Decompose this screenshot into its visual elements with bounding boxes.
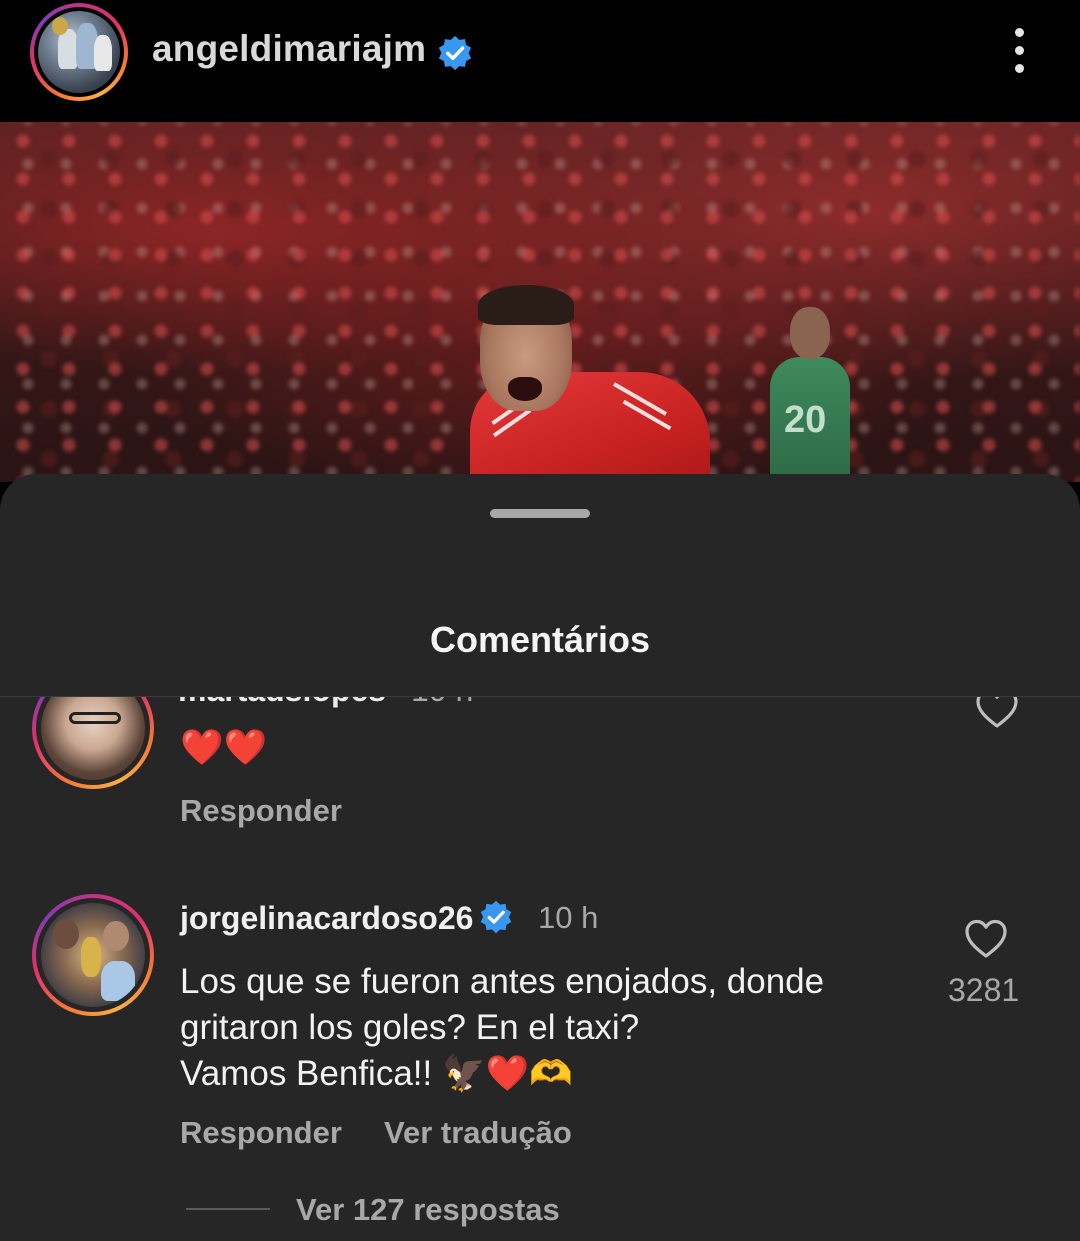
replies-divider xyxy=(186,1208,270,1210)
celebrating-player xyxy=(470,285,710,482)
translate-button[interactable]: Ver tradução xyxy=(384,1115,572,1151)
verified-badge-icon xyxy=(478,899,514,940)
drag-handle[interactable] xyxy=(490,509,590,518)
commenter-avatar[interactable] xyxy=(32,697,154,789)
comment-time: 10 h xyxy=(411,697,473,708)
instagram-post-screen: angeldimariajm 20 Comentários ❤️❤️ Respo… xyxy=(0,0,1080,1241)
avatar-photo xyxy=(38,11,120,93)
comment-time: 10 h xyxy=(538,900,599,935)
post-header: angeldimariajm xyxy=(0,0,1080,122)
comments-list[interactable]: martadslopes 10 h ❤️❤️ Responder xyxy=(0,697,1080,1241)
comment-text: Los que se fueron antes enojados, donde … xyxy=(180,959,824,1097)
post-image: 20 xyxy=(0,122,1080,482)
like-count: 3281 xyxy=(948,972,1020,1008)
comment-text: ❤️❤️ xyxy=(180,728,268,767)
comment-line: gritaron los goles? En el taxi? xyxy=(180,1008,640,1047)
commenter-avatar[interactable] xyxy=(32,894,154,1016)
comment-line: Vamos Benfica!! 🦅❤️🫶 xyxy=(180,1054,573,1093)
verified-badge-icon xyxy=(436,34,474,77)
comment-username[interactable]: jorgelinacardoso26 xyxy=(180,900,473,937)
post-author-username[interactable]: angeldimariajm xyxy=(152,28,426,70)
comment-username[interactable]: martadslopes 10 h xyxy=(178,697,473,709)
comments-sheet: Comentários martadslopes 10 h xyxy=(0,474,1080,1241)
background-player: 20 xyxy=(770,307,850,482)
heart-outline-icon[interactable] xyxy=(975,697,1019,734)
view-replies-button[interactable]: Ver 127 respostas xyxy=(296,1192,560,1228)
reply-button[interactable]: Responder xyxy=(180,1115,342,1151)
comment-line: Los que se fueron antes enojados, donde xyxy=(180,962,825,1001)
heart-outline-icon[interactable] xyxy=(964,919,1008,964)
more-vertical-icon[interactable] xyxy=(1004,28,1034,76)
sheet-title: Comentários xyxy=(429,619,651,660)
profile-avatar[interactable] xyxy=(30,3,128,101)
reply-button[interactable]: Responder xyxy=(180,793,342,829)
